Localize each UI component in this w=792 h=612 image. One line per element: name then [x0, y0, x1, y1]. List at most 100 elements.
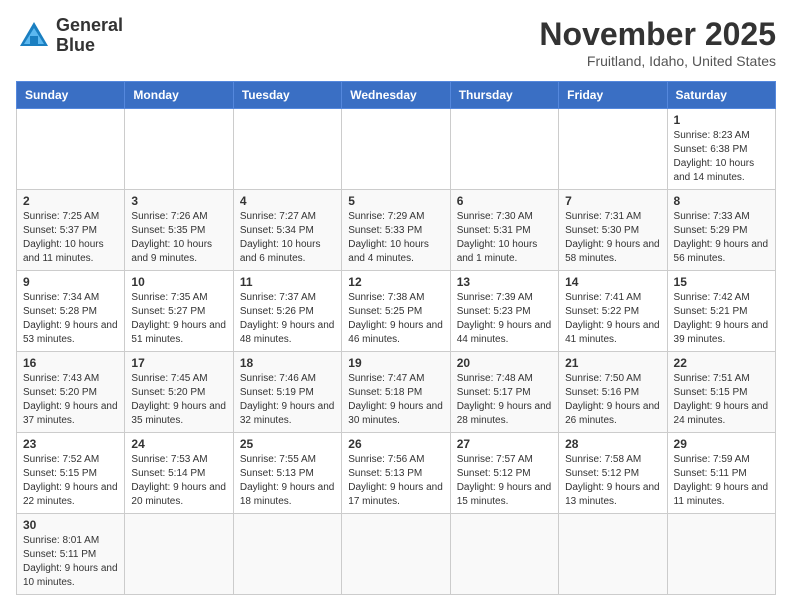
day-number: 18: [240, 356, 335, 370]
day-number: 27: [457, 437, 552, 451]
day-info: Sunrise: 7:41 AM Sunset: 5:22 PM Dayligh…: [565, 291, 660, 347]
day-info: Sunrise: 7:39 AM Sunset: 5:23 PM Dayligh…: [457, 291, 552, 347]
day-info: Sunrise: 7:57 AM Sunset: 5:12 PM Dayligh…: [457, 453, 552, 509]
day-number: 29: [674, 437, 769, 451]
day-info: Sunrise: 7:47 AM Sunset: 5:18 PM Dayligh…: [348, 372, 443, 428]
day-info: Sunrise: 7:25 AM Sunset: 5:37 PM Dayligh…: [23, 210, 118, 266]
calendar-cell: 11Sunrise: 7:37 AM Sunset: 5:26 PM Dayli…: [233, 271, 341, 352]
weekday-header-monday: Monday: [125, 82, 233, 109]
day-number: 19: [348, 356, 443, 370]
day-info: Sunrise: 7:55 AM Sunset: 5:13 PM Dayligh…: [240, 453, 335, 509]
day-number: 16: [23, 356, 118, 370]
day-number: 12: [348, 275, 443, 289]
calendar-cell: 19 Sunrise: 7:47 AM Sunset: 5:18 PM Dayli…: [342, 352, 450, 433]
day-info: Sunrise: 8:01 AM Sunset: 5:11 PM Dayligh…: [23, 534, 118, 590]
calendar-cell: 14Sunrise: 7:41 AM Sunset: 5:22 PM Dayli…: [559, 271, 667, 352]
calendar-cell: 15Sunrise: 7:42 AM Sunset: 5:21 PM Dayli…: [667, 271, 775, 352]
weekday-header-row: SundayMondayTuesdayWednesdayThursdayFrid…: [17, 82, 776, 109]
day-number: 15: [674, 275, 769, 289]
calendar-cell: [559, 514, 667, 595]
calendar-cell: 13 Sunrise: 7:39 AM Sunset: 5:23 PM Dayli…: [450, 271, 558, 352]
calendar-cell: [667, 514, 775, 595]
calendar-cell: 18 Sunrise: 7:46 AM Sunset: 5:19 PM Dayli…: [233, 352, 341, 433]
month-title: November 2025: [539, 16, 776, 53]
logo-text: General Blue: [56, 16, 123, 56]
day-info: Sunrise: 7:27 AM Sunset: 5:34 PM Dayligh…: [240, 210, 335, 266]
calendar-table: SundayMondayTuesdayWednesdayThursdayFrid…: [16, 81, 776, 595]
day-number: 20: [457, 356, 552, 370]
day-number: 7: [565, 194, 660, 208]
calendar-cell: 6 Sunrise: 7:30 AM Sunset: 5:31 PM Daylig…: [450, 190, 558, 271]
day-info: Sunrise: 7:31 AM Sunset: 5:30 PM Dayligh…: [565, 210, 660, 266]
day-number: 2: [23, 194, 118, 208]
week-row-1: 2 Sunrise: 7:25 AM Sunset: 5:37 PM Daylig…: [17, 190, 776, 271]
day-info: Sunrise: 7:45 AM Sunset: 5:20 PM Dayligh…: [131, 372, 226, 428]
calendar-cell: 20 Sunrise: 7:48 AM Sunset: 5:17 PM Dayli…: [450, 352, 558, 433]
calendar-cell: 16 Sunrise: 7:43 AM Sunset: 5:20 PM Dayli…: [17, 352, 125, 433]
calendar-cell: 4Sunrise: 7:27 AM Sunset: 5:34 PM Daylig…: [233, 190, 341, 271]
calendar-cell: [342, 109, 450, 190]
calendar-cell: [233, 109, 341, 190]
calendar-cell: 7 Sunrise: 7:31 AM Sunset: 5:30 PM Daylig…: [559, 190, 667, 271]
weekday-header-sunday: Sunday: [17, 82, 125, 109]
calendar-cell: 29 Sunrise: 7:59 AM Sunset: 5:11 PM Dayli…: [667, 433, 775, 514]
day-info: Sunrise: 7:37 AM Sunset: 5:26 PM Dayligh…: [240, 291, 335, 347]
day-number: 3: [131, 194, 226, 208]
day-info: Sunrise: 7:29 AM Sunset: 5:33 PM Dayligh…: [348, 210, 443, 266]
week-row-3: 16 Sunrise: 7:43 AM Sunset: 5:20 PM Dayli…: [17, 352, 776, 433]
day-info: Sunrise: 7:33 AM Sunset: 5:29 PM Dayligh…: [674, 210, 769, 266]
week-row-0: 1 Sunrise: 8:23 AM Sunset: 6:38 PM Daylig…: [17, 109, 776, 190]
calendar-cell: [125, 514, 233, 595]
week-row-4: 23 Sunrise: 7:52 AM Sunset: 5:15 PM Dayli…: [17, 433, 776, 514]
calendar-cell: 21Sunrise: 7:50 AM Sunset: 5:16 PM Dayli…: [559, 352, 667, 433]
day-info: Sunrise: 7:46 AM Sunset: 5:19 PM Dayligh…: [240, 372, 335, 428]
day-number: 21: [565, 356, 660, 370]
calendar-cell: [342, 514, 450, 595]
day-number: 9: [23, 275, 118, 289]
day-number: 17: [131, 356, 226, 370]
day-number: 25: [240, 437, 335, 451]
calendar-cell: 30Sunrise: 8:01 AM Sunset: 5:11 PM Dayli…: [17, 514, 125, 595]
calendar-cell: 27 Sunrise: 7:57 AM Sunset: 5:12 PM Dayli…: [450, 433, 558, 514]
day-info: Sunrise: 7:52 AM Sunset: 5:15 PM Dayligh…: [23, 453, 118, 509]
location-title: Fruitland, Idaho, United States: [539, 53, 776, 69]
calendar-cell: 23 Sunrise: 7:52 AM Sunset: 5:15 PM Dayli…: [17, 433, 125, 514]
weekday-header-wednesday: Wednesday: [342, 82, 450, 109]
day-info: Sunrise: 7:43 AM Sunset: 5:20 PM Dayligh…: [23, 372, 118, 428]
day-info: Sunrise: 8:23 AM Sunset: 6:38 PM Dayligh…: [674, 129, 769, 185]
logo: General Blue: [16, 16, 123, 56]
day-number: 26: [348, 437, 443, 451]
weekday-header-thursday: Thursday: [450, 82, 558, 109]
calendar-cell: [450, 109, 558, 190]
calendar-cell: 2 Sunrise: 7:25 AM Sunset: 5:37 PM Daylig…: [17, 190, 125, 271]
calendar-cell: 5Sunrise: 7:29 AM Sunset: 5:33 PM Daylig…: [342, 190, 450, 271]
calendar-cell: [17, 109, 125, 190]
day-info: Sunrise: 7:51 AM Sunset: 5:15 PM Dayligh…: [674, 372, 769, 428]
logo-icon: [16, 18, 52, 54]
day-number: 10: [131, 275, 226, 289]
day-number: 6: [457, 194, 552, 208]
day-info: Sunrise: 7:48 AM Sunset: 5:17 PM Dayligh…: [457, 372, 552, 428]
calendar-cell: 28Sunrise: 7:58 AM Sunset: 5:12 PM Dayli…: [559, 433, 667, 514]
day-info: Sunrise: 7:26 AM Sunset: 5:35 PM Dayligh…: [131, 210, 226, 266]
calendar-cell: [233, 514, 341, 595]
calendar-cell: [559, 109, 667, 190]
day-number: 8: [674, 194, 769, 208]
calendar-cell: 17 Sunrise: 7:45 AM Sunset: 5:20 PM Dayli…: [125, 352, 233, 433]
day-info: Sunrise: 7:56 AM Sunset: 5:13 PM Dayligh…: [348, 453, 443, 509]
day-number: 1: [674, 113, 769, 127]
day-number: 13: [457, 275, 552, 289]
weekday-header-saturday: Saturday: [667, 82, 775, 109]
calendar-cell: 24Sunrise: 7:53 AM Sunset: 5:14 PM Dayli…: [125, 433, 233, 514]
calendar-cell: 26 Sunrise: 7:56 AM Sunset: 5:13 PM Dayli…: [342, 433, 450, 514]
day-info: Sunrise: 7:59 AM Sunset: 5:11 PM Dayligh…: [674, 453, 769, 509]
calendar-cell: 3 Sunrise: 7:26 AM Sunset: 5:35 PM Daylig…: [125, 190, 233, 271]
day-info: Sunrise: 7:38 AM Sunset: 5:25 PM Dayligh…: [348, 291, 443, 347]
day-number: 28: [565, 437, 660, 451]
day-info: Sunrise: 7:30 AM Sunset: 5:31 PM Dayligh…: [457, 210, 552, 266]
week-row-5: 30Sunrise: 8:01 AM Sunset: 5:11 PM Dayli…: [17, 514, 776, 595]
calendar-cell: [450, 514, 558, 595]
day-number: 23: [23, 437, 118, 451]
title-area: November 2025 Fruitland, Idaho, United S…: [539, 16, 776, 69]
day-info: Sunrise: 7:53 AM Sunset: 5:14 PM Dayligh…: [131, 453, 226, 509]
